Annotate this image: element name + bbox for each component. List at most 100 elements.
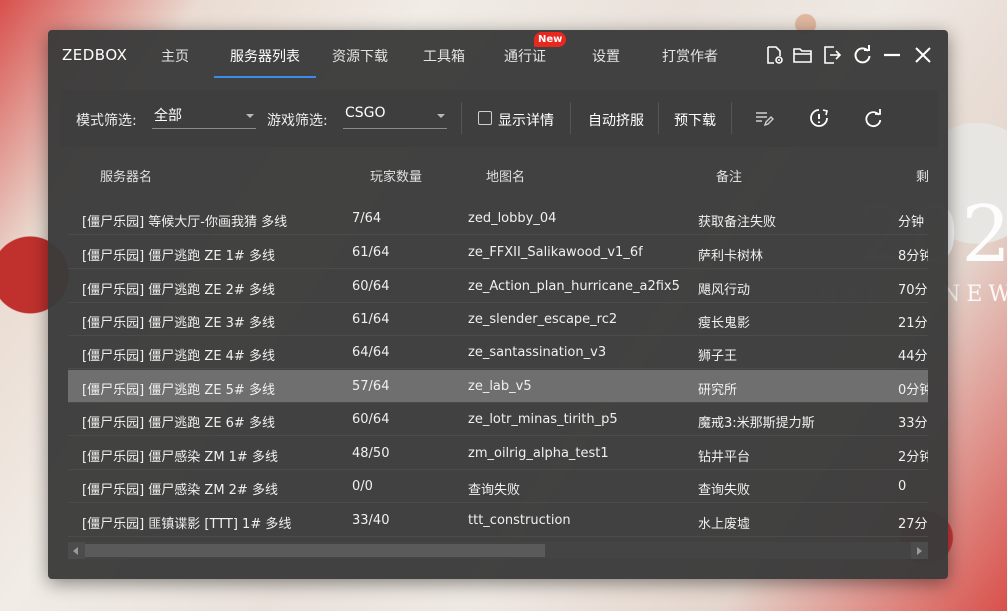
remaining-time: 2分钟 [898,450,928,465]
minimize-icon[interactable] [881,44,903,66]
show-details-checkbox[interactable] [478,111,492,125]
server-name: [僵尸乐园] 僵尸逃跑 ZE 3# 多线 [82,316,275,331]
map-name: ze_santassination_v3 [468,345,607,360]
server-name: [僵尸乐园] 僵尸感染 ZM 2# 多线 [82,483,278,498]
map-name: ze_slender_escape_rc2 [468,312,618,327]
server-note: 瘦长鬼影 [698,316,751,331]
list-edit-icon[interactable] [753,107,775,129]
auto-join-button[interactable]: 自动挤服 [588,110,644,130]
table-row[interactable]: [僵尸乐园] 僵尸逃跑 ZE 4# 多线 64/64 ze_santassina… [68,336,928,369]
server-note: 萨利卡树林 [698,249,764,264]
show-details-label[interactable]: 显示详情 [498,110,554,130]
server-name: [僵尸乐园] 等候大厅-你画我猜 多线 [82,215,288,230]
column-header-map[interactable]: 地图名 [486,166,525,185]
table-row[interactable]: [僵尸乐园] 等候大厅-你画我猜 多线 7/64 zed_lobby_04 获取… [68,202,928,235]
server-note: 狮子王 [698,349,738,364]
remaining-time: 0 [898,479,907,494]
mode-filter-value: 全部 [154,108,182,124]
table-row[interactable]: [僵尸乐园] 僵尸逃跑 ZE 6# 多线 60/64 ze_lotr_minas… [68,403,928,436]
map-name: ze_lotr_minas_tirith_p5 [468,412,618,427]
remaining-time: 21分 [898,316,928,331]
export-icon[interactable] [821,44,843,66]
table-row[interactable]: [僵尸乐园] 匪镇谍影 [TTT] 1# 多线 33/40 ttt_constr… [68,504,928,537]
app-window: ZEDBOX 主页 服务器列表 资源下载 工具箱 通行证 New 设置 打赏作者… [48,30,948,579]
map-name: zed_lobby_04 [468,211,557,226]
remaining-time: 27分 [898,517,928,532]
predownload-button[interactable]: 预下载 [674,110,716,130]
column-header-server-name[interactable]: 服务器名 [100,166,152,185]
player-count: 33/40 [352,513,390,528]
new-badge: New [534,32,567,47]
chevron-left-icon [73,547,78,555]
alert-clock-icon[interactable] [808,107,830,129]
remaining-time: 70分 [898,283,928,298]
tab-donate[interactable]: 打赏作者 [662,46,718,66]
tab-settings[interactable]: 设置 [592,46,620,66]
table-row[interactable]: [僵尸乐园] 僵尸逃跑 ZE 3# 多线 61/64 ze_slender_es… [68,303,928,336]
scroll-right-button[interactable] [911,542,928,559]
server-note: 获取备注失败 [698,215,777,230]
refresh-list-icon[interactable] [862,107,884,129]
table-row[interactable]: [僵尸乐园] 僵尸逃跑 ZE 2# 多线 60/64 ze_Action_pla… [68,270,928,303]
game-filter-label: 游戏筛选: [267,113,328,129]
column-header-players[interactable]: 玩家数量 [370,166,422,185]
map-name: 查询失败 [468,483,521,498]
table-row[interactable]: [僵尸乐园] 僵尸感染 ZM 1# 多线 48/50 zm_oilrig_alp… [68,437,928,470]
remaining-time: 8分钟 [898,249,928,264]
filter-toolbar: 模式筛选: 全部 游戏筛选: CSGO 显示详情 自动挤服 预下载 [60,90,938,147]
horizontal-scrollbar[interactable] [68,542,928,559]
game-filter-select[interactable]: CSGO [343,105,447,129]
server-name: [僵尸乐园] 僵尸逃跑 ZE 5# 多线 [82,383,275,398]
server-note: 水上废墟 [698,517,751,532]
chevron-down-icon [437,114,445,118]
tab-toolbox[interactable]: 工具箱 [423,46,465,66]
player-count: 0/0 [352,479,373,494]
mode-filter-select[interactable]: 全部 [152,105,256,129]
server-note: 查询失败 [698,483,751,498]
server-note: 钻井平台 [698,450,751,465]
map-name: ze_Action_plan_hurricane_a2fix5 [468,279,680,294]
table-row[interactable]: [僵尸乐园] 僵尸感染 ZM 2# 多线 0/0 查询失败 查询失败 0 [68,470,928,503]
tab-server-list[interactable]: 服务器列表 [230,46,300,66]
toolbar-divider [570,102,571,134]
remaining-time: 33分 [898,416,928,431]
close-icon[interactable] [912,44,934,66]
server-name: [僵尸乐园] 僵尸逃跑 ZE 4# 多线 [82,349,275,364]
player-count: 57/64 [352,379,390,394]
tab-resource-download[interactable]: 资源下载 [332,46,388,66]
remaining-time: 0分钟 [898,383,928,398]
map-name: ttt_construction [468,513,571,528]
map-name: zm_oilrig_alpha_test1 [468,446,609,461]
scrollbar-thumb[interactable] [85,544,545,557]
refresh-icon[interactable] [851,44,873,66]
game-filter-value: CSGO [345,105,386,121]
column-header-remaining[interactable]: 剩 [916,166,928,185]
mode-filter-label: 模式筛选: [76,113,137,129]
tab-home[interactable]: 主页 [161,46,189,66]
table-row[interactable]: [僵尸乐园] 僵尸逃跑 ZE 1# 多线 61/64 ze_FFXII_Sali… [68,236,928,269]
player-count: 60/64 [352,279,390,294]
server-table: 服务器名 玩家数量 地图名 备注 剩 [僵尸乐园] 等候大厅-你画我猜 多线 7… [68,150,928,562]
player-count: 61/64 [352,245,390,260]
server-name: [僵尸乐园] 僵尸逃跑 ZE 6# 多线 [82,416,275,431]
remaining-time: 44分 [898,349,928,364]
column-header-note[interactable]: 备注 [716,166,742,185]
table-row-selected[interactable]: [僵尸乐园] 僵尸逃跑 ZE 5# 多线 57/64 ze_lab_v5 研究所… [68,370,928,403]
chevron-down-icon [246,114,254,118]
toolbar-divider [731,102,732,134]
map-name: ze_FFXII_Salikawood_v1_6f [468,245,643,260]
player-count: 61/64 [352,312,390,327]
scroll-left-button[interactable] [68,542,85,559]
active-tab-indicator [214,76,316,78]
server-note: 魔戒3:米那斯提力斯 [698,416,815,431]
app-title: ZEDBOX [62,46,128,64]
chevron-right-icon [917,547,922,555]
server-note: 研究所 [698,383,738,398]
player-count: 64/64 [352,345,390,360]
folder-icon[interactable] [792,44,814,66]
player-count: 7/64 [352,211,382,226]
player-count: 48/50 [352,446,390,461]
toolbar-divider [461,102,462,134]
settings-file-icon[interactable] [763,44,785,66]
tab-pass[interactable]: 通行证 [504,46,546,66]
